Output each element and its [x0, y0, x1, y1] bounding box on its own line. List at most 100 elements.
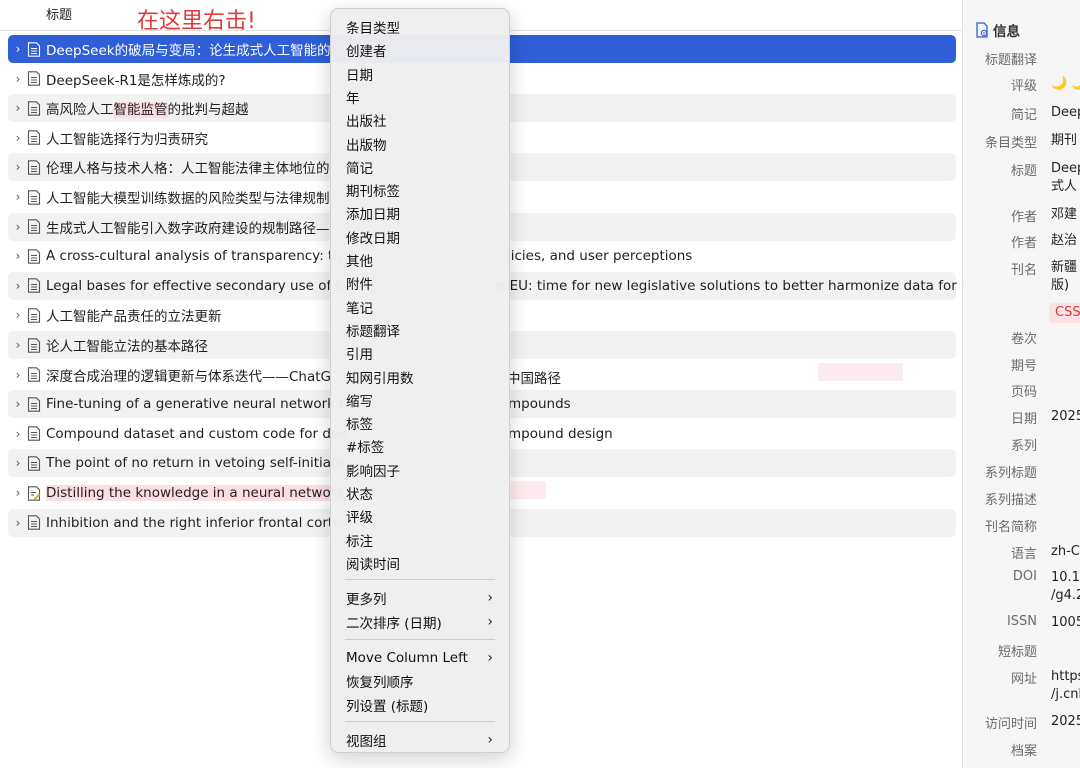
menu-item-submenu[interactable]: 二次排序 (日期) ›	[337, 611, 503, 633]
menu-separator	[345, 721, 495, 723]
info-field-value[interactable]: 10.14/g4.2	[1051, 569, 1080, 605]
chevron-right-icon[interactable]: ›	[10, 368, 26, 382]
menu-item-column[interactable]: 期刊标签	[337, 179, 503, 201]
menu-item-label: 标签	[346, 417, 373, 434]
chevron-right-icon[interactable]: ›	[10, 456, 26, 470]
info-field-label: 访问时间	[984, 717, 1037, 732]
document-icon	[27, 71, 41, 86]
menu-item-column[interactable]: 创建者	[337, 39, 503, 61]
menu-item-column[interactable]: 标注	[337, 529, 503, 551]
info-field-value[interactable]: 2025	[1051, 408, 1080, 426]
document-icon	[27, 189, 41, 205]
chevron-right-icon[interactable]: ›	[10, 516, 26, 530]
chevron-right-icon[interactable]: ›	[10, 308, 26, 322]
menu-item-action[interactable]: 恢复列顺序	[337, 670, 503, 692]
menu-item-label: 二次排序 (日期)	[346, 616, 442, 632]
info-field-label: 短标题	[997, 645, 1037, 660]
menu-item-action[interactable]: Move Column Left ›	[337, 647, 503, 669]
chevron-right-icon[interactable]: ›	[10, 160, 26, 174]
chevron-right-icon[interactable]: ›	[10, 220, 26, 234]
menu-item-column[interactable]: 缩写	[337, 389, 503, 411]
list-item-title: 深度合成治理的逻辑更新与体系迭代——ChatG	[46, 368, 332, 385]
info-field-value[interactable]: https/j.cnk	[1051, 668, 1080, 704]
document-icon	[27, 248, 41, 264]
menu-item-label: 阅读时间	[346, 556, 400, 573]
chevron-right-icon[interactable]: ›	[10, 101, 26, 115]
chevron-right-icon[interactable]: ›	[10, 397, 26, 411]
menu-item-column[interactable]: 状态	[337, 482, 503, 504]
info-field-value[interactable]: 新疆 版)	[1051, 259, 1077, 295]
menu-item-label: 附件	[346, 277, 373, 294]
menu-item-column[interactable]: 标签	[337, 412, 503, 434]
chevron-right-icon[interactable]: ›	[10, 486, 26, 500]
info-field-value[interactable]: zh-C	[1051, 543, 1080, 561]
info-field-value[interactable]: 期刊	[1051, 132, 1077, 150]
list-item-title: 伦理人格与技术人格：人工智能法律主体地位的	[46, 161, 330, 178]
menu-item-label: 出版社	[346, 114, 387, 131]
menu-item-label: 恢复列顺序	[346, 675, 414, 692]
info-field-value[interactable]: 2025	[1051, 713, 1080, 731]
menu-item-column[interactable]: 附件	[337, 272, 503, 294]
chevron-right-icon[interactable]: ›	[10, 42, 26, 56]
menu-item-label: 其他	[346, 254, 373, 270]
menu-item-label: 知网引用数	[346, 370, 414, 387]
list-item-title: 论人工智能立法的基本路径	[46, 339, 208, 355]
chevron-right-icon[interactable]: ›	[10, 72, 26, 86]
info-field-value[interactable]: 邓建	[1051, 206, 1077, 224]
info-field-value[interactable]: Deep	[1051, 104, 1080, 122]
info-field-value[interactable]: 1005	[1051, 614, 1080, 632]
menu-item-column[interactable]: 条目类型	[337, 16, 503, 38]
menu-item-column[interactable]: 标题翻译	[337, 319, 503, 341]
list-item-title-tail: mpounds	[508, 396, 571, 413]
document-icon	[27, 130, 41, 146]
list-item-title: 人工智能选择行为归责研究	[46, 131, 208, 148]
menu-item-column[interactable]: 评级	[337, 505, 503, 527]
info-field-value[interactable]: 🌙 🌙	[1051, 75, 1080, 93]
list-item-title: 人工智能大模型训练数据的风险类型与法律规制	[46, 191, 330, 207]
menu-item-view-group[interactable]: 视图组 ›	[337, 729, 503, 751]
menu-item-column[interactable]: 添加日期	[337, 202, 503, 224]
menu-item-submenu[interactable]: 更多列 ›	[337, 587, 503, 609]
menu-item-column[interactable]: 出版社	[337, 109, 503, 131]
menu-item-label: 列设置 (标题)	[346, 698, 429, 715]
chevron-right-icon[interactable]: ›	[10, 249, 26, 263]
info-heading[interactable]: 信息	[975, 20, 1020, 40]
title-column-header[interactable]: 标题	[46, 4, 72, 23]
info-field-label: 作者	[1010, 210, 1037, 225]
menu-item-column[interactable]: 其他	[337, 249, 503, 271]
menu-item-column[interactable]: 简记	[337, 156, 503, 178]
menu-item-column[interactable]: 日期	[337, 63, 503, 85]
menu-item-column[interactable]: #标签	[337, 435, 503, 457]
chevron-right-icon[interactable]: ›	[10, 279, 26, 293]
info-field-label: 系列	[1010, 439, 1037, 454]
menu-item-column[interactable]: 出版物	[337, 133, 503, 155]
chevron-right-icon[interactable]: ›	[10, 190, 26, 204]
menu-item-column[interactable]: 知网引用数	[337, 366, 503, 388]
menu-item-label: 笔记	[346, 300, 373, 317]
info-field-label: DOI	[1012, 569, 1037, 584]
chevron-right-icon: ›	[487, 590, 493, 607]
chevron-right-icon[interactable]: ›	[10, 131, 26, 145]
menu-item-label: 视图组	[346, 734, 387, 751]
list-item-title: 生成式人工智能引入数字政府建设的规制路径—	[46, 220, 330, 237]
menu-item-action[interactable]: 列设置 (标题)	[337, 694, 503, 716]
menu-item-column[interactable]: 阅读时间	[337, 552, 503, 574]
menu-item-column[interactable]: 年	[337, 86, 503, 108]
menu-item-column[interactable]: 引用	[337, 342, 503, 364]
list-item-title-tail: mpound design	[508, 425, 613, 442]
menu-item-column[interactable]: 影响因子	[337, 459, 503, 481]
menu-item-label: 日期	[346, 67, 373, 84]
info-field-value[interactable]: 赵治	[1051, 232, 1077, 250]
info-field-label: 页码	[1010, 385, 1037, 400]
chevron-right-icon[interactable]: ›	[10, 427, 26, 441]
document-icon	[27, 308, 41, 323]
list-item-title: Fine-tuning of a generative neural netwo…	[46, 396, 353, 413]
chevron-right-icon[interactable]: ›	[10, 338, 26, 352]
menu-item-column[interactable]: 笔记	[337, 296, 503, 318]
info-field-label: 档案	[1010, 744, 1037, 759]
info-field-label: 网址	[1010, 672, 1037, 687]
info-field-label: 日期	[1010, 412, 1037, 427]
tag-badge[interactable]: CSS	[1049, 303, 1080, 323]
menu-item-column[interactable]: 修改日期	[337, 226, 503, 248]
info-field-value[interactable]: Deep式人	[1051, 160, 1080, 196]
